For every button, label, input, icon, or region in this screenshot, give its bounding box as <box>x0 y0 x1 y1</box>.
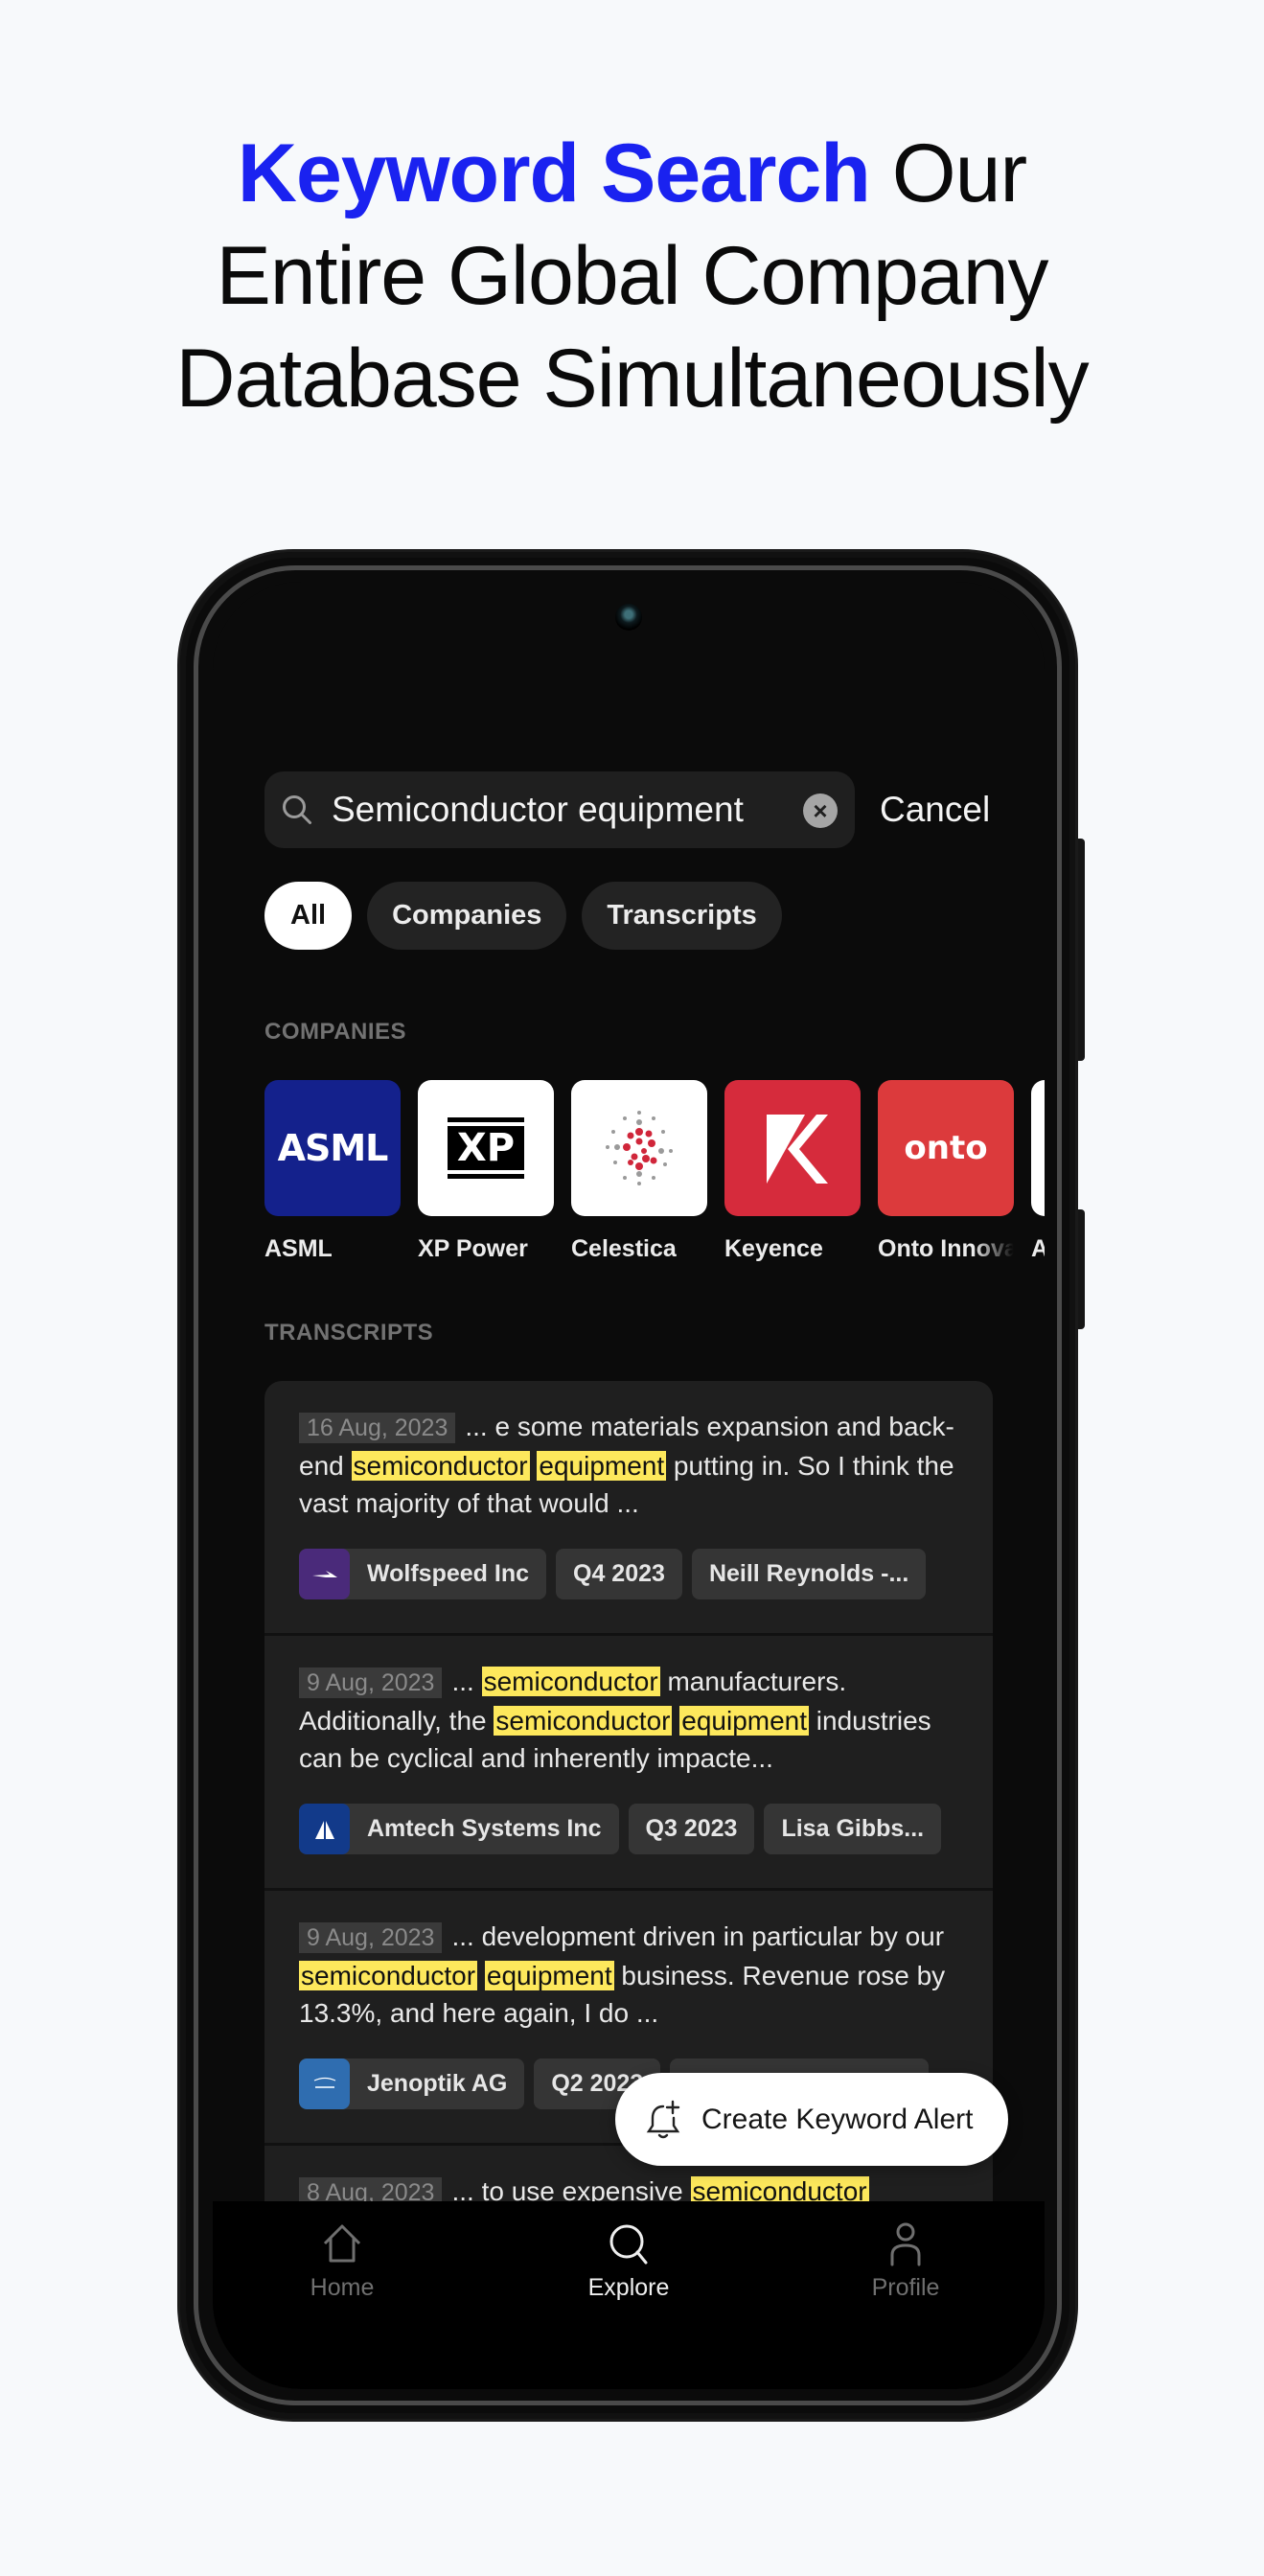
company-name: Keyence <box>724 1235 823 1262</box>
company-item-asml[interactable]: ASML ASML <box>264 1080 401 1272</box>
headline-accent: Keyword Search <box>237 127 871 219</box>
search-icon <box>283 795 311 824</box>
company-chip[interactable]: Wolfspeed Inc <box>299 1549 547 1599</box>
create-keyword-alert-button[interactable]: Create Keyword Alert <box>615 2073 1008 2166</box>
keyword-highlight: semiconductor <box>481 1667 660 1696</box>
filter-tab-all[interactable]: All <box>264 882 353 950</box>
transcript-date: 9 Aug, 2023 <box>299 1668 443 1698</box>
create-keyword-alert-label: Create Keyword Alert <box>701 2103 974 2135</box>
bell-plus-icon <box>646 2100 680 2138</box>
transcript-meta-chips: Wolfspeed Inc Q4 2023 Neill Reynolds -..… <box>299 1549 927 1599</box>
cancel-button[interactable]: Cancel <box>880 771 990 848</box>
transcript-date: 9 Aug, 2023 <box>299 1922 443 1953</box>
transcript-snippet: 9 Aug, 2023 ... development driven in par… <box>299 1918 958 2032</box>
snippet-text <box>477 1961 485 1990</box>
keyword-highlight: semiconductor <box>351 1451 530 1481</box>
quarter-chip[interactable]: Q3 2023 <box>628 1804 755 1854</box>
search-icon <box>609 2224 648 2265</box>
nav-item-explore[interactable]: Explore <box>552 2220 705 2302</box>
keyword-highlight: equipment <box>484 1961 614 1990</box>
transcript-card[interactable]: 9 Aug, 2023... semiconductor manufacture… <box>264 1636 993 1891</box>
companies-section-label: COMPANIES <box>264 1019 407 1045</box>
snippet-text: ... development driven in particular by … <box>451 1921 945 1951</box>
keyence-k-icon <box>767 1115 828 1184</box>
search-bar[interactable]: Semiconductor equipment × <box>264 771 855 848</box>
profile-icon <box>890 2222 921 2266</box>
transcript-snippet: 9 Aug, 2023... semiconductor manufacture… <box>299 1663 958 1777</box>
headline-line3: Database Simultaneously <box>175 333 1089 425</box>
headline-line2: Entire Global Company <box>216 230 1048 322</box>
keyword-highlight: equipment <box>537 1451 667 1481</box>
partial-company-logo <box>1031 1080 1045 1216</box>
front-camera <box>615 604 642 631</box>
phone-volume-button <box>1075 839 1085 1061</box>
asml-logo: ASML <box>264 1080 401 1216</box>
snippet-text: ... <box>451 1667 482 1696</box>
nav-item-home[interactable]: Home <box>265 2220 419 2302</box>
celestica-dots-icon <box>606 1111 673 1185</box>
clear-search-button[interactable]: × <box>803 794 838 828</box>
jenoptik-logo-icon <box>299 2058 350 2109</box>
bottom-navigation: Home Explore Profile <box>213 2201 1045 2389</box>
company-name: XP Power <box>418 1235 528 1262</box>
company-item-celestica[interactable]: Celestica <box>571 1080 707 1272</box>
transcripts-section-label: TRANSCRIPTS <box>264 1320 434 1346</box>
filter-tab-transcripts[interactable]: Transcripts <box>582 882 782 950</box>
company-item-keyence[interactable]: Keyence <box>724 1080 861 1272</box>
company-name: Celestica <box>571 1235 677 1262</box>
transcript-meta-chips: Amtech Systems Inc Q3 2023 Lisa Gibbs... <box>299 1804 942 1854</box>
amtech-logo-icon <box>299 1804 350 1854</box>
celestica-logo <box>571 1080 707 1216</box>
marketing-headline: Keyword Search Our Entire Global Company… <box>0 123 1264 430</box>
company-name: Onto Innovation <box>878 1235 1014 1262</box>
keyword-highlight: equipment <box>679 1706 810 1736</box>
speaker-chip[interactable]: Neill Reynolds -... <box>691 1549 927 1599</box>
company-name: A <box>1031 1235 1045 1262</box>
filter-tab-companies[interactable]: Companies <box>367 882 567 950</box>
company-chip[interactable]: Amtech Systems Inc <box>299 1804 619 1854</box>
wolfspeed-logo-icon <box>299 1549 350 1599</box>
search-input[interactable]: Semiconductor equipment <box>332 771 744 848</box>
company-chip[interactable]: Jenoptik AG <box>299 2058 525 2109</box>
filter-tabs: All Companies Transcripts <box>264 882 782 950</box>
transcript-snippet: 16 Aug, 2023... e some materials expansi… <box>299 1408 958 1522</box>
company-item-onto-innovation[interactable]: onto Onto Innovation <box>878 1080 1014 1272</box>
keyword-highlight: semiconductor <box>299 1961 478 1990</box>
keyword-highlight: semiconductor <box>494 1706 673 1736</box>
speaker-chip[interactable]: Lisa Gibbs... <box>764 1804 942 1854</box>
phone-power-button <box>1075 1209 1085 1329</box>
transcript-card[interactable]: 16 Aug, 2023... e some materials expansi… <box>264 1381 993 1636</box>
xp-power-logo: XP <box>418 1080 554 1216</box>
quarter-chip[interactable]: Q4 2023 <box>556 1549 682 1599</box>
transcript-date: 16 Aug, 2023 <box>299 1413 456 1443</box>
phone-screen: Semiconductor equipment × Cancel All Com… <box>213 582 1045 2389</box>
company-item-xp-power[interactable]: XP XP Power <box>418 1080 554 1272</box>
companies-carousel[interactable]: ASML ASML XP XP Power Celestica Keyence … <box>264 1080 1045 1272</box>
nav-item-profile[interactable]: Profile <box>829 2220 982 2302</box>
onto-logo: onto <box>878 1080 1014 1216</box>
home-icon <box>323 2224 361 2263</box>
keyence-logo <box>724 1080 861 1216</box>
company-name: ASML <box>264 1235 333 1262</box>
company-item-partial[interactable]: A <box>1031 1080 1045 1272</box>
headline-line1-rest: Our <box>869 127 1027 219</box>
